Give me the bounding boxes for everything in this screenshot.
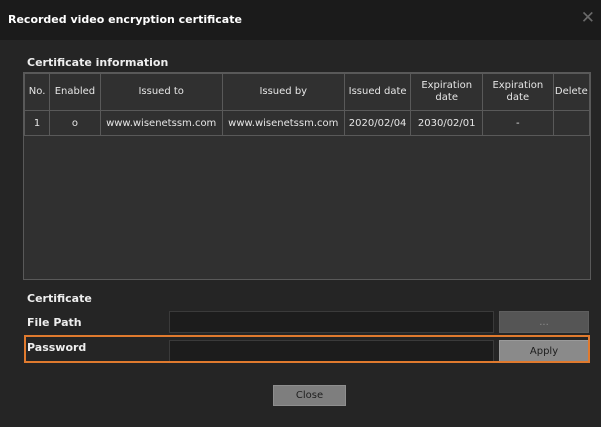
cell-no: 1 xyxy=(23,110,51,136)
close-button[interactable]: Close xyxy=(273,385,346,406)
encryption-certificate-dialog: Recorded video encryption certificate ✕ … xyxy=(0,0,601,427)
cell-expiration-date: 2030/02/01 xyxy=(410,110,484,136)
column-header-expiration-date-2: Expiration date xyxy=(482,73,554,111)
column-header-issued-date: Issued date xyxy=(343,73,412,111)
cell-issued-date: 2020/02/04 xyxy=(343,110,412,136)
dialog-titlebar: Recorded video encryption certificate ✕ xyxy=(0,0,601,40)
dialog-title: Recorded video encryption certificate xyxy=(8,13,242,26)
cell-expiration-date-2: - xyxy=(482,110,554,136)
table-header-row: No. Enabled Issued to Issued by Issued d… xyxy=(23,73,591,111)
close-icon[interactable]: ✕ xyxy=(581,10,595,27)
table-row[interactable]: 1 o www.wisenetssm.com www.wisenetssm.co… xyxy=(23,110,591,136)
column-header-no: No. xyxy=(23,73,51,111)
file-path-input[interactable] xyxy=(169,311,494,333)
certificate-information-heading: Certificate information xyxy=(27,56,169,69)
password-row-highlight xyxy=(24,335,590,363)
cell-issued-by: www.wisenetssm.com xyxy=(221,110,345,136)
column-header-issued-by: Issued by xyxy=(221,73,345,111)
column-header-delete: Delete xyxy=(552,73,591,111)
column-header-expiration-date: Expiration date xyxy=(410,73,484,111)
certificate-heading: Certificate xyxy=(27,292,92,305)
cell-delete[interactable] xyxy=(552,110,591,136)
browse-button[interactable]: ... xyxy=(499,311,589,333)
column-header-issued-to: Issued to xyxy=(99,73,223,111)
certificate-table: No. Enabled Issued to Issued by Issued d… xyxy=(23,72,591,280)
cell-enabled[interactable]: o xyxy=(49,110,101,136)
cell-issued-to: www.wisenetssm.com xyxy=(99,110,223,136)
column-header-enabled: Enabled xyxy=(49,73,101,111)
file-path-label: File Path xyxy=(27,316,82,329)
